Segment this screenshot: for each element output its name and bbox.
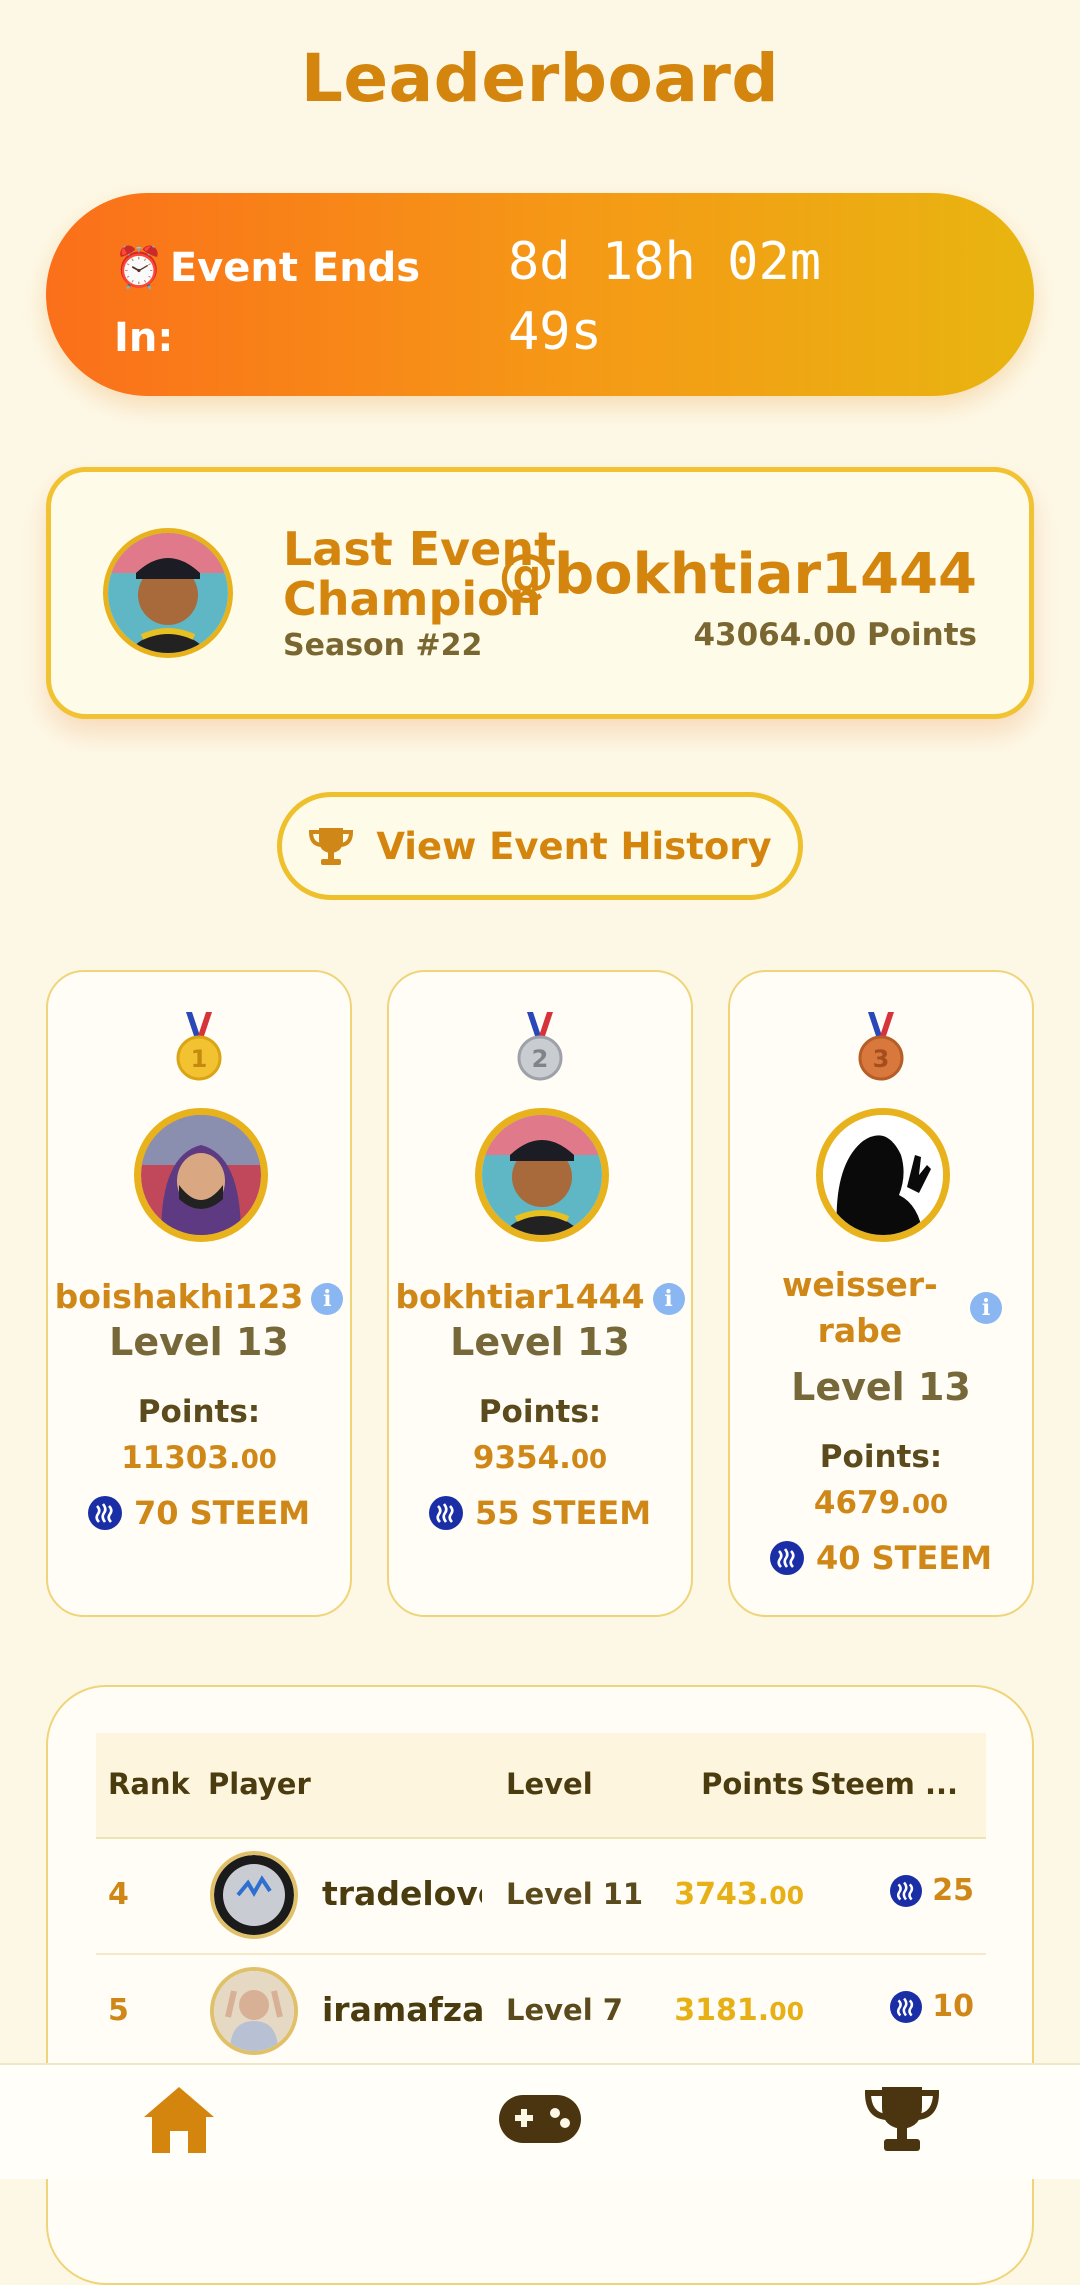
player-avatar — [210, 1967, 298, 2055]
event-countdown: 8d 18h 02m 49s — [508, 232, 822, 362]
view-event-history-button[interactable]: View Event History — [277, 792, 803, 900]
steem-icon — [890, 1874, 923, 1907]
player-level: Level 13 — [791, 1365, 971, 1409]
level-header: Level — [506, 1767, 593, 1801]
table-header: Rank Player Level Points Steem ... — [96, 1733, 986, 1839]
podium-card-2[interactable]: 2 bokhtiar1444 i Level 13 Points: 9354.00… — [387, 970, 693, 1617]
page-title: Leaderboard — [300, 40, 780, 117]
svg-text:3: 3 — [873, 1045, 890, 1073]
row-rank: 5 — [108, 1993, 129, 2028]
row-player-name: tradelover — [322, 1874, 482, 1913]
steem-reward: 40 STEEM — [730, 1539, 1032, 1577]
points-value: 11303.00 — [121, 1440, 277, 1476]
trophy-icon — [309, 828, 354, 865]
table-row[interactable]: 5 iramafzal Level 7 3181.00 10 — [96, 1955, 986, 2071]
info-icon[interactable]: i — [311, 1282, 344, 1315]
row-steem: 10 — [890, 1989, 974, 2024]
points-label: Points: — [137, 1394, 261, 1430]
bronze-medal-icon: 3 — [730, 1012, 1032, 1082]
svg-text:2: 2 — [532, 1045, 549, 1073]
info-icon[interactable]: i — [652, 1282, 685, 1315]
silver-medal-icon: 2 — [389, 1012, 691, 1082]
points-value: 4679.00 — [813, 1485, 949, 1521]
svg-text:1: 1 — [191, 1045, 208, 1073]
rank-header: Rank — [108, 1767, 190, 1801]
steem-icon — [87, 1496, 122, 1530]
podium-card-3[interactable]: 3 weisser- rabe i Level 13 Points: 4679.… — [728, 970, 1034, 1617]
player-header: Player — [208, 1767, 311, 1801]
table-row[interactable]: 4 tradelover Level 11 3743.00 25 — [96, 1839, 986, 1955]
player-name[interactable]: weisser- rabe — [754, 1262, 965, 1354]
podium-card-1[interactable]: 1 boishakhi123 i Level 13 Points: 11303.0… — [46, 970, 352, 1617]
row-rank: 4 — [108, 1877, 129, 1912]
steem-icon — [428, 1496, 463, 1530]
row-points: 3181.00 — [674, 1993, 804, 2028]
player-avatar — [210, 1851, 298, 1939]
bottom-nav — [0, 2063, 1080, 2179]
player-level: Level 13 — [450, 1320, 630, 1364]
player-avatar — [134, 1108, 268, 1242]
home-icon[interactable] — [140, 2083, 218, 2159]
row-steem: 25 — [890, 1873, 974, 1908]
row-player-name: iramafzal — [322, 1990, 482, 2029]
leaderboard-table: Rank Player Level Points Steem ... 4 tra… — [46, 1685, 1034, 2285]
steem-reward: 55 STEEM — [389, 1494, 691, 1532]
steem-reward: 70 STEEM — [48, 1494, 350, 1532]
last-champion-card[interactable]: Last Event Champion Season #22 @bokhtiar… — [46, 467, 1034, 719]
event-timer-banner: ⏰ Event Ends In: 8d 18h 02m 49s — [46, 193, 1034, 396]
gamepad-icon[interactable] — [497, 2091, 583, 2151]
player-avatar — [816, 1108, 950, 1242]
champion-points: 43064.00 Points — [693, 617, 977, 653]
trophy-icon[interactable] — [862, 2083, 942, 2159]
player-avatar — [475, 1108, 609, 1242]
player-level: Level 13 — [109, 1320, 289, 1364]
steem-header: Steem ... — [810, 1767, 958, 1801]
points-label: Points: — [478, 1394, 602, 1430]
champion-season: Season #22 — [283, 628, 483, 663]
steem-icon — [890, 1990, 923, 2023]
alarm-clock-icon: ⏰ — [114, 245, 164, 291]
row-level: Level 7 — [506, 1993, 623, 2027]
points-label: Points: — [819, 1439, 943, 1475]
steem-icon — [769, 1541, 804, 1575]
points-value: 9354.00 — [472, 1440, 608, 1476]
event-timer-label: ⏰ Event Ends In: — [114, 245, 421, 361]
player-name[interactable]: boishakhi123 i — [48, 1277, 350, 1316]
champion-avatar — [103, 528, 233, 658]
points-header: Points — [701, 1767, 804, 1801]
info-icon[interactable]: i — [970, 1292, 1002, 1324]
row-points: 3743.00 — [674, 1877, 804, 1912]
gold-medal-icon: 1 — [48, 1012, 350, 1082]
row-level: Level 11 — [506, 1877, 644, 1911]
player-name[interactable]: bokhtiar1444 i — [389, 1277, 691, 1316]
champion-username: @bokhtiar1444 — [498, 542, 977, 607]
view-event-history-label: View Event History — [376, 824, 772, 868]
